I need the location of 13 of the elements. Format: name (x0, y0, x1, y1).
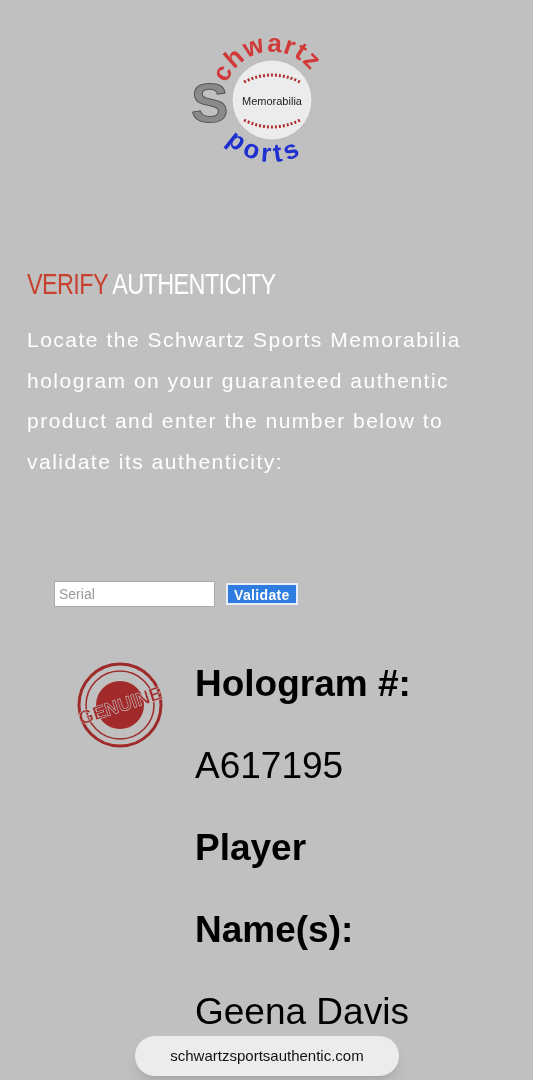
validate-button[interactable]: Validate (226, 583, 298, 605)
field-value: Geena Davis (195, 990, 409, 1034)
logo-text: Memorabilia (241, 95, 302, 107)
url-toast[interactable]: schwartzsportsauthentic.com (135, 1036, 399, 1076)
field-label: Player (195, 826, 307, 870)
field-value: A617195 (195, 744, 344, 788)
field-label: Hologram #: (195, 662, 411, 706)
field-label: Name(s): (195, 908, 354, 952)
logo-arc-text: ports (221, 123, 307, 169)
serial-input-field[interactable]: Serial (54, 581, 215, 607)
intro-paragraph: Locate the Schwartz Sports Memorabilia hologram on your guaranteed authentic product and enter the number below to validate its authenticity: (27, 327, 462, 475)
heading: AUTHENTICITY (112, 267, 276, 300)
heading-accent: VERIFY (27, 267, 108, 300)
